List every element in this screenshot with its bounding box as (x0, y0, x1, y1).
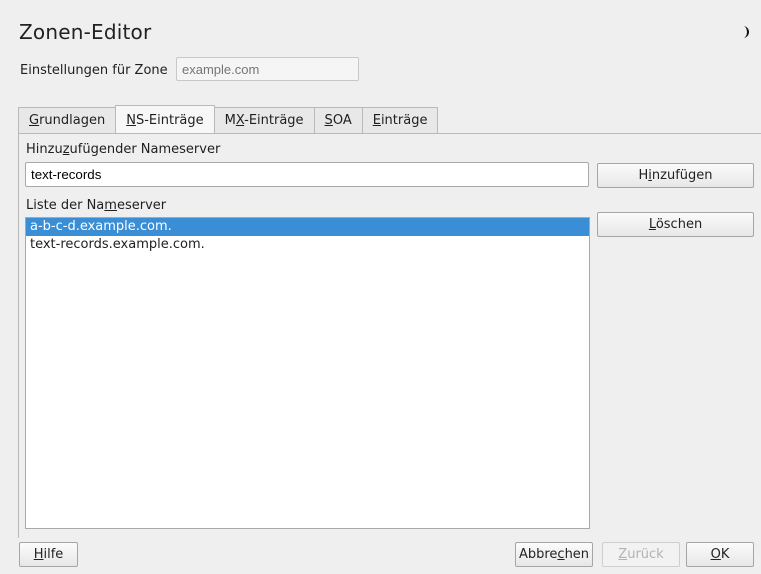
tab-grundlagen[interactable]: Grundlagen (18, 107, 117, 133)
tab-bar: Grundlagen NS-Einträge MX-Einträge SOA E… (18, 105, 439, 134)
add-button[interactable]: Hinzufügen (597, 163, 754, 188)
list-item[interactable]: text-records.example.com. (26, 236, 589, 254)
nameserver-to-add-label: Hinzuzufügender Nameserver (26, 142, 221, 157)
tab-mx-entries[interactable]: MX-Einträge (213, 107, 315, 133)
delete-button[interactable]: Löschen (597, 212, 754, 237)
tab-ns-entries[interactable]: NS-Einträge (115, 105, 215, 133)
zone-field[interactable] (176, 57, 359, 81)
zone-settings-label: Einstellungen für Zone (20, 63, 168, 78)
nameserver-list-label: Liste der Nameserver (26, 198, 167, 213)
moon-icon (743, 26, 749, 38)
nameserver-list[interactable]: a-b-c-d.example.com. text-records.exampl… (25, 217, 590, 529)
tab-entries[interactable]: Einträge (361, 107, 439, 133)
ok-button[interactable]: OK (686, 542, 754, 567)
nameserver-input[interactable] (25, 162, 589, 187)
window-title: Zonen-Editor (19, 20, 152, 44)
help-button[interactable]: Hilfe (19, 542, 78, 567)
zone-editor-window: Zonen-Editor Einstellungen für Zone Grun… (0, 0, 761, 574)
list-item[interactable]: a-b-c-d.example.com. (26, 218, 589, 236)
back-button[interactable]: Zurück (602, 542, 680, 567)
tab-soa[interactable]: SOA (313, 107, 363, 133)
cancel-button[interactable]: Abbrechen (515, 542, 593, 567)
